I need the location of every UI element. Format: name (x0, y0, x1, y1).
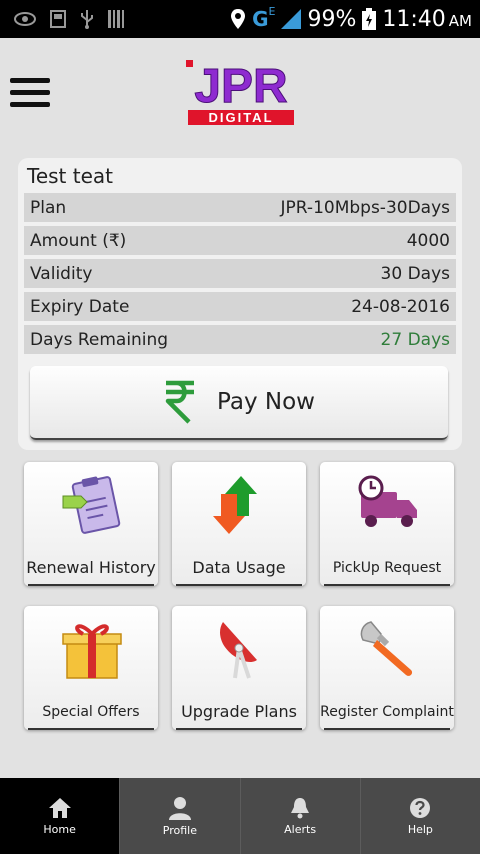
nav-home[interactable]: Home (0, 778, 121, 854)
help-icon (410, 797, 431, 818)
delivery-truck-icon (358, 475, 417, 527)
nav-profile[interactable]: Profile (120, 778, 241, 854)
nav-help[interactable]: Help (361, 778, 480, 854)
pickup-request-label: PickUp Request (332, 560, 442, 576)
validity-row: Validity 30 Days (24, 259, 456, 288)
wrench-icon (360, 621, 413, 676)
network-sub: E (268, 4, 276, 18)
location-icon (231, 9, 246, 29)
gift-box-icon (62, 624, 122, 679)
register-complaint-label: Register Complaint (320, 704, 454, 720)
eye-icon (14, 12, 36, 26)
nav-alerts[interactable]: Alerts (241, 778, 361, 854)
person-icon (168, 796, 191, 820)
amount-label: Amount (₹) (30, 230, 127, 251)
jpr-digital-logo: JPR DIGITAL (186, 60, 294, 125)
battery-icon (362, 8, 377, 30)
satellite-dish-icon (220, 622, 257, 679)
status-bar: G E 99% 11:40 AM (0, 0, 480, 38)
svg-text:DIGITAL: DIGITAL (208, 110, 273, 125)
plan-label: Plan (30, 197, 67, 218)
tile-underline (176, 728, 302, 730)
battery-percent: 99% (307, 6, 357, 32)
menu-line (10, 102, 50, 107)
days-remaining-row: Days Remaining 27 Days (24, 325, 456, 354)
nav-profile-label: Profile (162, 823, 197, 837)
bell-icon (291, 797, 310, 818)
app-header: JPR DIGITAL (0, 38, 480, 148)
tile-underline (28, 728, 154, 730)
barcode-icon (108, 10, 124, 28)
sd-card-icon (50, 10, 66, 28)
tile-underline (176, 584, 302, 586)
rupee-icon (165, 380, 195, 424)
usb-icon (81, 10, 93, 29)
special-offers-tile[interactable]: Special Offers (24, 606, 158, 730)
pickup-request-tile[interactable]: PickUp Request (320, 462, 454, 586)
amount-value: 4000 (406, 230, 450, 251)
expiry-date-row: Expiry Date 24-08-2016 (24, 292, 456, 321)
data-usage-tile[interactable]: Data Usage (172, 462, 306, 586)
tile-underline (324, 584, 450, 586)
customer-name: Test teat (27, 164, 113, 188)
up-down-arrows-icon (213, 476, 257, 534)
nav-help-label: Help (407, 822, 433, 836)
validity-label: Validity (30, 263, 93, 284)
menu-line (10, 90, 50, 95)
bottom-navigation: Home Profile Alerts Help (0, 778, 480, 854)
plan-value: JPR-10Mbps-30Days (280, 197, 450, 218)
pay-now-button[interactable]: Pay Now (30, 366, 448, 440)
nav-home-label: Home (43, 822, 76, 836)
renewal-history-tile[interactable]: Renewal History (24, 462, 158, 586)
nav-alerts-label: Alerts (284, 822, 317, 836)
home-icon (48, 797, 71, 818)
clipboard-icon (62, 476, 121, 534)
plan-row: Plan JPR-10Mbps-30Days (24, 193, 456, 222)
signal-icon (281, 9, 302, 29)
pay-now-label: Pay Now (217, 389, 315, 415)
amount-row: Amount (₹) 4000 (24, 226, 456, 255)
network-type: G (252, 7, 269, 31)
data-usage-label: Data Usage (192, 558, 286, 577)
hamburger-menu-button[interactable] (10, 78, 50, 108)
menu-line (10, 78, 50, 83)
validity-value: 30 Days (380, 263, 450, 284)
special-offers-label: Special Offers (42, 704, 140, 720)
renewal-history-label: Renewal History (26, 558, 156, 577)
days-remaining-label: Days Remaining (30, 329, 169, 350)
clock: 11:40 AM (382, 6, 472, 32)
upgrade-plans-tile[interactable]: Upgrade Plans (172, 606, 306, 730)
expiry-date-value: 24-08-2016 (351, 296, 450, 317)
tile-underline (324, 728, 450, 730)
expiry-date-label: Expiry Date (30, 296, 130, 317)
days-remaining-value: 27 Days (380, 329, 450, 350)
register-complaint-tile[interactable]: Register Complaint (320, 606, 454, 730)
plan-summary-card: Test teat Plan JPR-10Mbps-30Days Amount … (18, 158, 462, 450)
svg-text:JPR: JPR (194, 60, 287, 113)
tile-underline (28, 584, 154, 586)
upgrade-plans-label: Upgrade Plans (181, 702, 297, 721)
